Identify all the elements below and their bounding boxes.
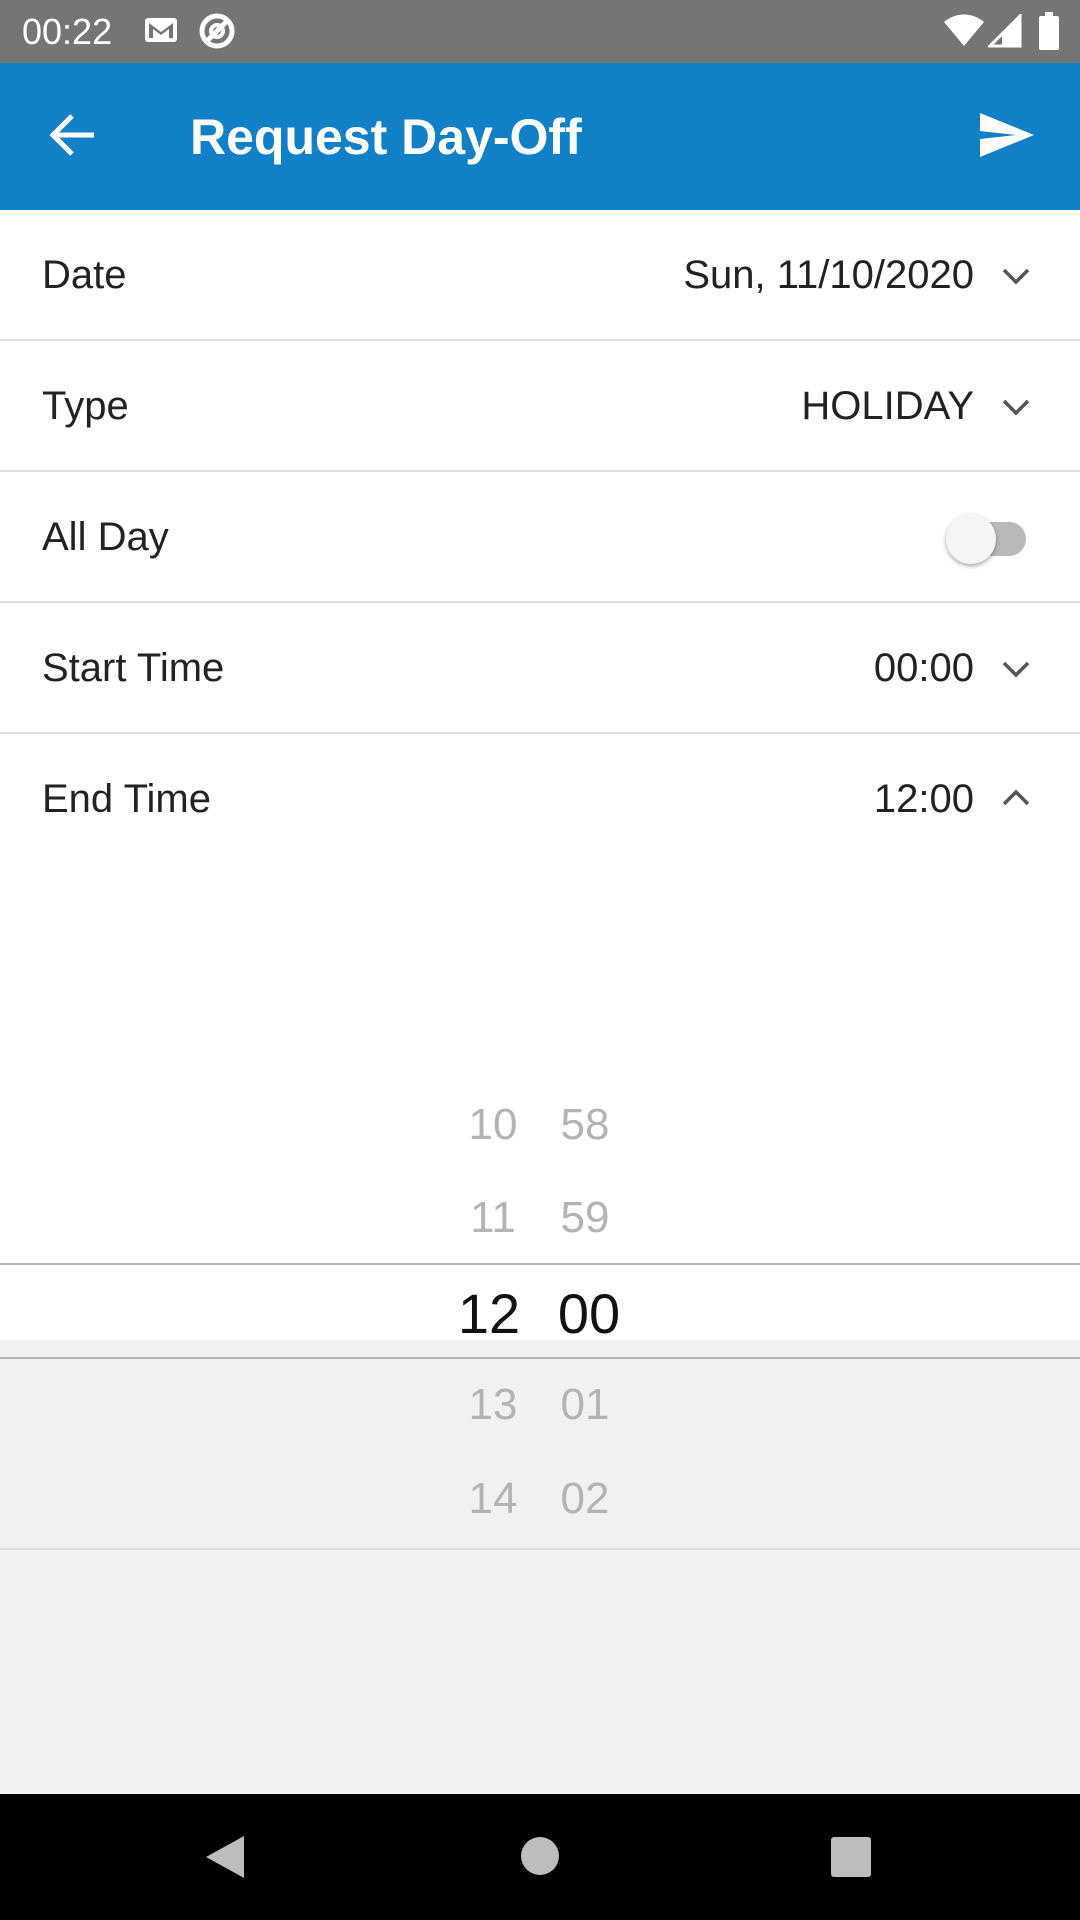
type-value: HOLIDAY [801,384,974,428]
start-time-label: Start Time [42,646,225,690]
date-row[interactable]: Date Sun, 11/10/2020 [0,210,1080,341]
selected-hour[interactable]: 12 [444,1274,534,1354]
page-title: Request Day-Off [190,109,582,165]
recents-square-icon[interactable] [830,1836,872,1878]
day-off-form: Date Sun, 11/10/2020 Type HOLIDAY All Da… [0,210,1080,1550]
date-value: Sun, 11/10/2020 [683,253,974,297]
all-day-toggle[interactable] [944,508,1032,566]
all-day-label: All Day [42,515,169,559]
selection-line-bottom [0,1357,1080,1359]
app-bar: Request Day-Off [0,63,1080,210]
type-row[interactable]: Type HOLIDAY [0,341,1080,472]
end-time-picker[interactable]: 10 11 12 13 14 58 59 00 01 02 [0,865,1080,1550]
end-time-value: 12:00 [873,777,974,821]
selected-minute[interactable]: 00 [544,1274,634,1354]
hour-option[interactable]: 10 [448,1095,538,1155]
sync-disabled-icon [199,13,235,49]
end-time-row[interactable]: End Time 12:00 [0,734,1080,865]
hour-option[interactable]: 13 [448,1375,538,1435]
toggle-thumb [946,514,996,564]
send-button[interactable] [972,103,1042,167]
status-time: 00:22 [22,11,113,52]
back-triangle-icon[interactable] [204,1834,246,1880]
minute-option[interactable]: 59 [540,1188,630,1248]
chevron-up-icon [1002,789,1030,806]
start-time-value: 00:00 [873,646,974,690]
chevron-down-icon [1002,268,1030,285]
hour-option[interactable]: 14 [448,1469,538,1529]
all-day-row: All Day [0,472,1080,603]
end-time-label: End Time [42,777,211,821]
chevron-down-icon [1002,399,1030,416]
minute-option[interactable]: 01 [540,1375,630,1435]
minute-option[interactable]: 02 [540,1469,630,1529]
status-bar: 00:22 [0,0,1080,63]
minute-option[interactable]: 58 [540,1095,630,1155]
battery-icon [1039,12,1059,50]
date-label: Date [42,253,127,297]
hour-option[interactable]: 11 [448,1188,538,1248]
wifi-icon [944,14,984,46]
back-button[interactable] [42,103,106,167]
gmail-icon [145,18,177,42]
system-nav-bar [0,1794,1080,1920]
type-label: Type [42,384,129,428]
chevron-down-icon [1002,661,1030,678]
selection-line-top [0,1263,1080,1265]
send-icon [980,113,1034,157]
arrow-back-icon [49,114,94,156]
signal-icon [988,14,1022,48]
home-circle-icon[interactable] [520,1836,560,1876]
start-time-row[interactable]: Start Time 00:00 [0,603,1080,734]
